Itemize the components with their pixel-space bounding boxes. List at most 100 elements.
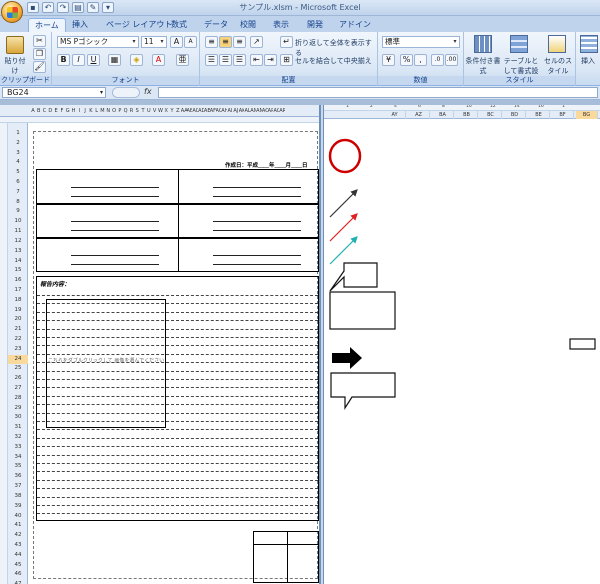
row-header[interactable]: 9 (8, 207, 28, 217)
row-header[interactable]: 4 (8, 158, 28, 168)
row-header[interactable]: 8 (8, 198, 28, 208)
row-header[interactable]: 12 (8, 237, 28, 247)
row-header[interactable]: 11 (8, 227, 28, 237)
font-name-combo[interactable]: MS Pゴシック ▾ (57, 36, 139, 48)
grow-font-icon[interactable]: A (170, 36, 183, 48)
font-size-combo[interactable]: 11 ▾ (141, 36, 167, 48)
wrap-text-icon[interactable]: ↵ (280, 36, 293, 48)
fill-color-icon[interactable]: ◈ (130, 54, 143, 66)
input-line[interactable] (213, 255, 301, 256)
font-color-icon[interactable]: A (152, 54, 165, 66)
row-header[interactable]: 40 (8, 512, 28, 522)
tab-view[interactable]: 表示 (267, 18, 295, 32)
row-header[interactable]: 37 (8, 482, 28, 492)
conditional-format-button[interactable]: 条件付き書式 (464, 55, 502, 77)
align-right-icon[interactable]: ☰ (233, 54, 246, 66)
circle-shape[interactable] (328, 138, 362, 174)
tab-data[interactable]: データ (198, 18, 234, 32)
increase-indent-icon[interactable]: ⇥ (264, 54, 277, 66)
row-header[interactable]: 5 (8, 168, 28, 178)
row-header[interactable]: 26 (8, 374, 28, 384)
align-left-icon[interactable]: ☰ (205, 54, 218, 66)
align-top-icon[interactable]: ≡ (205, 36, 218, 48)
rectangle-shape[interactable] (329, 291, 396, 330)
row-header[interactable]: 16 (8, 276, 28, 286)
paste-icon[interactable] (6, 36, 24, 54)
percent-icon[interactable]: % (400, 54, 413, 66)
align-bottom-icon[interactable]: ≡ (233, 36, 246, 48)
row-header[interactable]: 18 (8, 296, 28, 306)
input-line[interactable] (213, 196, 301, 197)
shrink-font-icon[interactable]: A (184, 36, 197, 48)
arrow-shape-teal[interactable] (329, 236, 358, 265)
input-line[interactable] (71, 221, 159, 222)
row-header[interactable]: 23 (8, 345, 28, 355)
merge-center-icon[interactable]: ⊞ (280, 54, 293, 66)
number-format-combo[interactable]: 標準 ▾ (382, 36, 460, 48)
copy-icon[interactable]: ❐ (33, 48, 46, 60)
row-header[interactable]: 41 (8, 521, 28, 531)
arrow-shape-red[interactable] (329, 213, 358, 242)
input-line[interactable] (71, 196, 159, 197)
formula-bar-toggle[interactable] (112, 87, 140, 98)
input-line[interactable] (71, 187, 159, 188)
row-header[interactable]: 43 (8, 541, 28, 551)
currency-icon[interactable]: ¥ (382, 54, 395, 66)
row-header[interactable]: 21 (8, 325, 28, 335)
paste-button-label[interactable]: 貼り付け (2, 55, 28, 77)
arrow-shape-black[interactable] (329, 189, 358, 218)
format-painter-icon[interactable]: 🖌 (33, 61, 46, 73)
column-header[interactable]: AR (279, 105, 285, 116)
decrease-indent-icon[interactable]: ⇤ (250, 54, 263, 66)
row-header[interactable]: 27 (8, 384, 28, 394)
row-header[interactable]: 6 (8, 178, 28, 188)
row-header[interactable]: 13 (8, 247, 28, 257)
row-header[interactable]: 10 (8, 217, 28, 227)
row-header[interactable]: 29 (8, 404, 28, 414)
row-header[interactable]: 30 (8, 413, 28, 423)
cell-styles-icon[interactable] (548, 35, 566, 53)
input-line[interactable] (213, 264, 301, 265)
name-box[interactable]: BG24 ▾ (2, 87, 106, 98)
merge-center-button[interactable]: セルを結合して中央揃え (294, 55, 376, 67)
row-header[interactable]: 20 (8, 315, 28, 325)
row-header[interactable]: 33 (8, 443, 28, 453)
row-header[interactable]: 46 (8, 570, 28, 580)
row-header[interactable]: 19 (8, 306, 28, 316)
formula-input[interactable] (158, 87, 598, 98)
row-header[interactable]: 32 (8, 433, 28, 443)
align-middle-icon[interactable]: ≡ (219, 36, 232, 48)
callout-shape-large[interactable] (330, 372, 396, 411)
input-line[interactable] (213, 187, 301, 188)
row-header[interactable]: 47 (8, 580, 28, 584)
input-line[interactable] (213, 221, 301, 222)
row-header[interactable]: 22 (8, 335, 28, 345)
worksheet-page[interactable]: 作成日：平成＿＿年＿＿月＿＿日 報告内容： こちらをダブルクリックして 画像を選… (30, 123, 319, 584)
comma-icon[interactable]: , (414, 54, 427, 66)
underline-button[interactable]: U (87, 54, 100, 66)
tab-formulas[interactable]: 数式 (165, 18, 193, 32)
row-header[interactable]: 31 (8, 423, 28, 433)
insert-function-icon[interactable]: fx (144, 87, 152, 96)
block-arrow-shape[interactable] (332, 347, 362, 369)
row-header[interactable]: 2 (8, 139, 28, 149)
phonetic-icon[interactable]: 亜 (176, 54, 189, 66)
photo-placeholder[interactable]: こちらをダブルクリックして 画像を選んでください (46, 299, 166, 428)
row-header[interactable]: 28 (8, 394, 28, 404)
input-line[interactable] (71, 255, 159, 256)
increase-decimal-icon[interactable]: .0 (431, 54, 444, 66)
row-header[interactable]: 7 (8, 188, 28, 198)
row-header[interactable]: 17 (8, 286, 28, 296)
row-header[interactable]: 35 (8, 462, 28, 472)
input-line[interactable] (71, 230, 159, 231)
row-header[interactable]: 3 (8, 149, 28, 159)
tab-home[interactable]: ホーム (28, 18, 66, 32)
row-header[interactable]: 36 (8, 472, 28, 482)
input-line[interactable] (213, 230, 301, 231)
tab-addins[interactable]: アドイン (333, 18, 377, 32)
tab-review[interactable]: 校閲 (234, 18, 262, 32)
cell-styles-button[interactable]: セルのスタイル (540, 55, 576, 77)
selected-cell-bg24[interactable] (569, 338, 596, 350)
insert-cells-button[interactable]: 挿入 (576, 55, 600, 67)
tab-developer[interactable]: 開発 (301, 18, 329, 32)
